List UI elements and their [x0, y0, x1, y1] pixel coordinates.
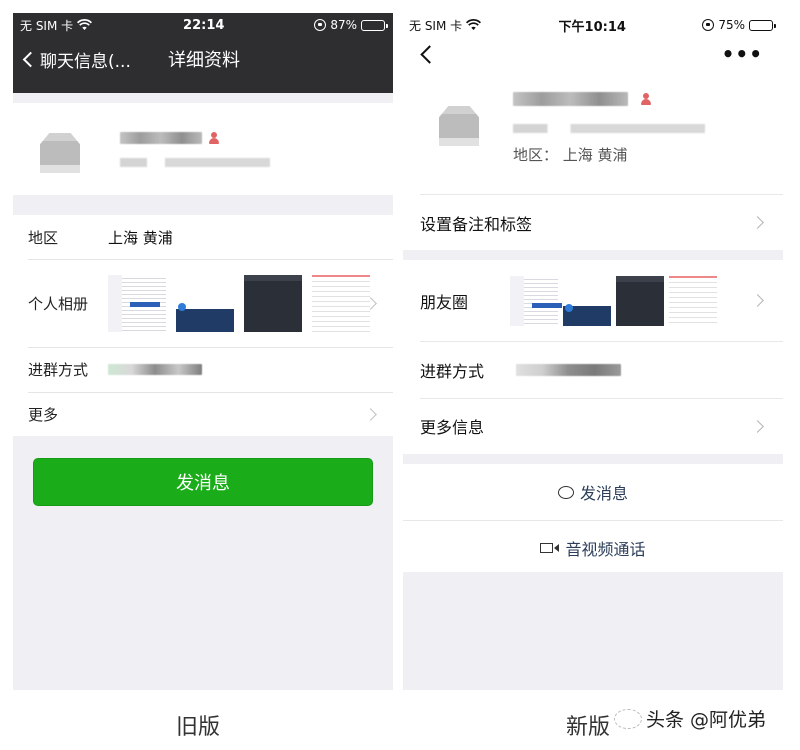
row-more-info[interactable]: 更多信息: [403, 398, 783, 454]
battery-percent: 87%: [330, 18, 357, 32]
row-join-method: 进群方式: [403, 341, 783, 398]
old-version-screen: 无 SIM 卡 22:14 87% 聊天信息(... 详细资料 地区 上海 黄浦…: [13, 13, 393, 690]
orientation-lock-icon: [702, 19, 715, 31]
profile-name-blurred: [120, 131, 202, 144]
row-value: 上海 黄浦: [108, 228, 173, 247]
gender-icon: [640, 93, 652, 105]
send-message-button[interactable]: 发消息: [33, 458, 373, 506]
info-list: 地区 上海 黄浦 个人相册 进群方式 更多: [13, 215, 393, 436]
watermark: 头条 @阿优弟: [614, 705, 766, 732]
join-method-blurred: [516, 363, 621, 376]
row-label: 更多信息: [420, 418, 485, 437]
audio-video-call-button[interactable]: 音视频通话: [403, 520, 783, 576]
moments-thumbnail: [563, 275, 611, 326]
album-thumbnail: [244, 274, 302, 332]
new-version-screen: 无 SIM 卡 下午10:14 75% ••• 地区： 上海 黄浦 设置备注和标…: [403, 10, 783, 690]
status-bar: 无 SIM 卡 22:14 87%: [13, 13, 393, 37]
row-set-remark-and-tags[interactable]: 设置备注和标签: [403, 195, 783, 250]
old-header: 无 SIM 卡 22:14 87% 聊天信息(... 详细资料: [13, 13, 393, 93]
chevron-right-icon: [364, 407, 377, 421]
region-text: 地区： 上海 黄浦: [513, 146, 628, 164]
profile-name-blurred: [513, 92, 628, 106]
row-region: 地区 上海 黄浦: [13, 215, 393, 259]
wechat-id-blurred: [513, 124, 705, 133]
send-message-label: 发消息: [579, 484, 628, 503]
audio-video-call-label: 音视频通话: [565, 540, 646, 559]
section-gap: [403, 454, 783, 464]
album-thumbnail: [108, 274, 166, 332]
section-gap: [403, 250, 783, 260]
row-label: 进群方式: [28, 361, 89, 379]
watermark-text: 头条 @阿优弟: [646, 709, 767, 731]
moments-thumbnail: [510, 275, 562, 326]
status-bar: 无 SIM 卡 下午10:14 75%: [403, 10, 783, 40]
row-personal-album[interactable]: 个人相册: [13, 259, 393, 347]
row-moments[interactable]: 朋友圈: [403, 260, 783, 341]
caption-new-version: 新版: [566, 715, 611, 740]
avatar[interactable]: [40, 125, 80, 173]
wifi-icon: [466, 19, 482, 31]
album-thumbnail: [312, 274, 370, 332]
profile-card[interactable]: 地区： 上海 黄浦: [403, 76, 783, 194]
caption-old-version: 旧版: [176, 715, 221, 740]
clock: 22:14: [183, 17, 225, 33]
row-join-method: 进群方式: [13, 347, 393, 392]
battery-percent: 75%: [718, 18, 745, 32]
moments-thumbnail: [616, 275, 664, 326]
wechat-id-blurred: [120, 157, 270, 167]
battery-icon: [748, 19, 776, 31]
back-button[interactable]: [420, 45, 439, 64]
album-thumbnails: [108, 274, 370, 332]
row-more[interactable]: 更多: [13, 392, 393, 436]
row-label: 朋友圈: [420, 292, 469, 312]
wifi-icon: [77, 19, 93, 31]
chevron-right-icon: [751, 419, 764, 433]
row-label: 个人相册: [28, 294, 89, 313]
chevron-right-icon: [751, 216, 764, 229]
row-label: 地区: [28, 228, 59, 247]
watermark-logo-icon: [614, 708, 642, 729]
row-label: 进群方式: [420, 361, 485, 381]
nav-bar: 聊天信息(... 详细资料: [13, 37, 393, 81]
moments-thumbnail: [669, 275, 717, 326]
row-label: 更多: [28, 405, 59, 424]
clock: 下午10:14: [558, 19, 626, 35]
row-label: 设置备注和标签: [420, 214, 533, 234]
video-camera-icon: [540, 543, 560, 553]
avatar[interactable]: [439, 98, 479, 146]
moments-thumbnails: [510, 275, 717, 326]
more-options-button[interactable]: •••: [722, 44, 763, 64]
empty-area: [403, 572, 783, 690]
page-title: 详细资料: [168, 50, 240, 71]
chevron-right-icon: [751, 294, 764, 307]
chat-bubble-icon: [557, 485, 574, 499]
carrier-label: 无 SIM 卡: [409, 18, 463, 33]
gender-icon: [208, 131, 220, 144]
profile-card[interactable]: [13, 103, 393, 195]
join-method-blurred: [108, 364, 202, 375]
orientation-lock-icon: [314, 19, 327, 31]
carrier-label: 无 SIM 卡: [20, 18, 74, 33]
nav-bar: •••: [403, 40, 783, 76]
send-message-button[interactable]: 发消息: [403, 464, 783, 520]
album-thumbnail: [176, 274, 234, 332]
battery-icon: [360, 19, 388, 31]
